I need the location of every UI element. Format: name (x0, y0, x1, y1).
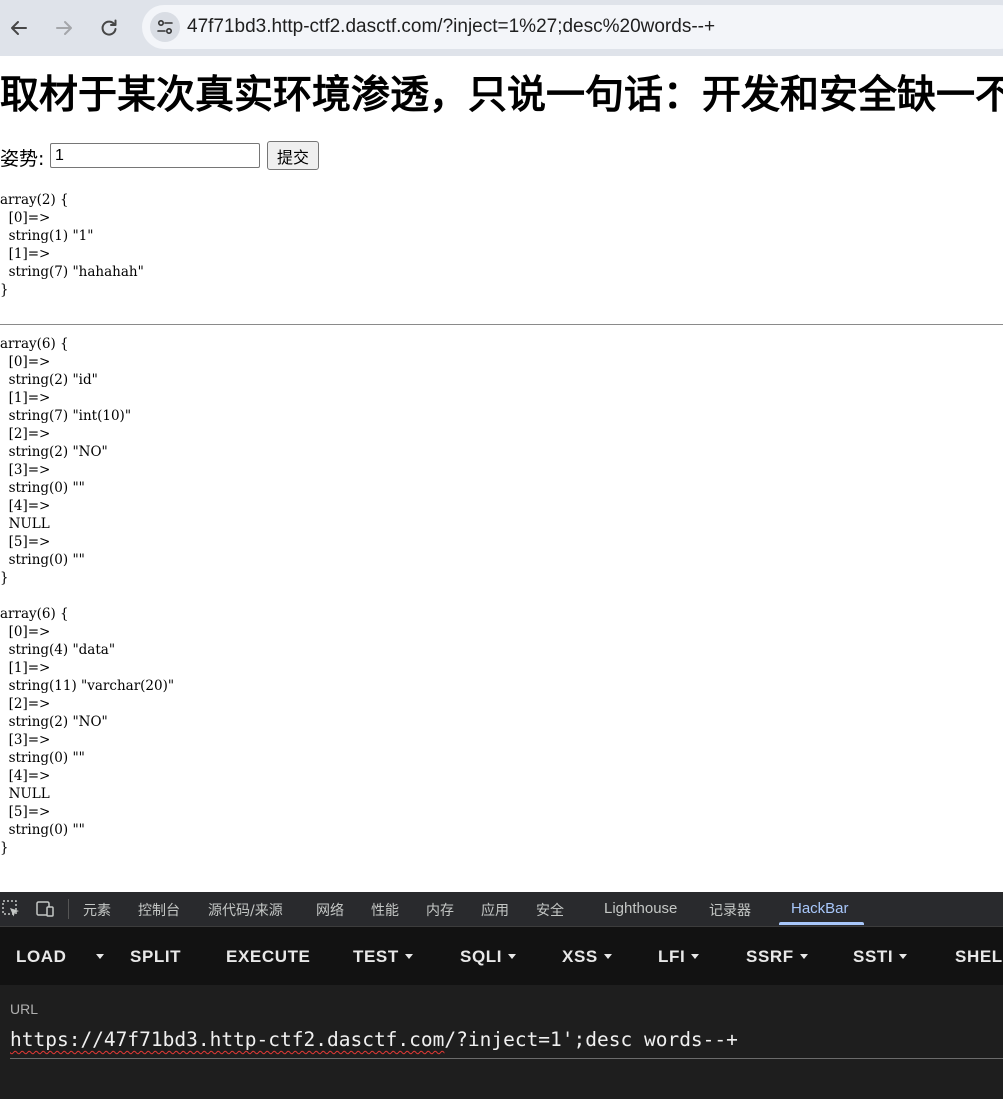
url-field[interactable]: https://47f71bd3.http-ctf2.dasctf.com/?i… (10, 1028, 738, 1051)
address-bar[interactable]: 47f71bd3.http-ctf2.dasctf.com/?inject=1%… (142, 5, 1003, 49)
tune-icon (157, 19, 173, 35)
var-dump-2: array(6) { [0]=> string(2) "id" [1]=> st… (0, 336, 132, 586)
devtools-tab-bar: 元素 控制台 源代码/来源 网络 性能 内存 应用 安全 Lighthouse … (0, 892, 1003, 927)
load-button[interactable]: LOAD (16, 947, 67, 967)
submit-button[interactable]: 提交 (267, 141, 319, 170)
ssti-menu[interactable]: SSTI (853, 947, 908, 967)
chevron-down-icon (691, 954, 700, 959)
tab-memory[interactable]: 内存 (426, 900, 454, 920)
forward-arrow-icon (56, 21, 72, 35)
site-info-button[interactable] (150, 12, 180, 42)
execute-button[interactable]: EXECUTE (226, 947, 311, 967)
inspect-element-icon[interactable] (1, 899, 21, 919)
lfi-menu-label: LFI (658, 947, 686, 966)
chevron-down-icon (899, 954, 908, 959)
sqli-menu[interactable]: SQLI (460, 947, 517, 967)
back-arrow-icon (11, 21, 27, 35)
tab-console[interactable]: 控制台 (138, 900, 180, 920)
ssrf-menu-label: SSRF (746, 947, 794, 966)
url-path-part: /?inject=1';desc words--+ (444, 1028, 738, 1051)
browser-toolbar: 47f71bd3.http-ctf2.dasctf.com/?inject=1%… (0, 0, 1003, 56)
tab-hackbar[interactable]: HackBar (791, 900, 849, 917)
chevron-down-icon (799, 954, 808, 959)
xss-menu-label: XSS (562, 947, 598, 966)
split-button[interactable]: SPLIT (130, 947, 181, 967)
hackbar-toolbar: LOAD SPLIT EXECUTE TEST SQLI XSS LFI SSR… (0, 927, 1003, 985)
tab-recorder[interactable]: 记录器 (709, 900, 751, 920)
reload-icon (101, 19, 117, 36)
sqli-menu-label: SQLI (460, 947, 503, 966)
chevron-down-icon (508, 954, 517, 959)
device-toolbar-icon[interactable] (35, 899, 55, 919)
chevron-down-icon (404, 954, 413, 959)
load-dropdown-button[interactable] (90, 947, 104, 967)
page-title: 取材于某次真实环境渗透，只说一句话：开发和安全缺一不可 (0, 73, 1003, 118)
xss-menu[interactable]: XSS (562, 947, 612, 967)
active-tab-indicator (779, 922, 864, 925)
tab-separator (68, 899, 69, 919)
inject-input[interactable]: 1 (50, 143, 260, 168)
tab-network[interactable]: 网络 (316, 900, 344, 920)
tab-application[interactable]: 应用 (481, 900, 509, 920)
reload-button[interactable] (95, 14, 123, 42)
chevron-down-icon (603, 954, 612, 959)
var-dump-1: array(2) { [0]=> string(1) "1" [1]=> str… (0, 192, 144, 298)
url-field-label: URL (10, 1001, 39, 1017)
tab-performance[interactable]: 性能 (371, 900, 399, 920)
ssti-menu-label: SSTI (853, 947, 894, 966)
back-button[interactable] (5, 14, 33, 42)
url-spellcheck-part: https://47f71bd3.http-ctf2.dasctf.com (10, 1028, 445, 1051)
tab-elements[interactable]: 元素 (83, 900, 111, 920)
page-content: 取材于某次真实环境渗透，只说一句话：开发和安全缺一不可 姿势: 1 提交 arr… (0, 56, 1003, 892)
forward-button[interactable] (50, 14, 78, 42)
chevron-down-icon (96, 954, 104, 959)
test-menu-label: TEST (353, 947, 399, 966)
hackbar-body: URL https://47f71bd3.http-ctf2.dasctf.co… (0, 985, 1003, 1099)
lfi-menu[interactable]: LFI (658, 947, 700, 967)
url-field-underline (10, 1058, 1003, 1059)
devtools-panel: 元素 控制台 源代码/来源 网络 性能 内存 应用 安全 Lighthouse … (0, 892, 1003, 1099)
form-label: 姿势: (0, 148, 45, 170)
address-url[interactable]: 47f71bd3.http-ctf2.dasctf.com/?inject=1%… (187, 16, 715, 38)
test-menu[interactable]: TEST (353, 947, 413, 967)
tab-sources[interactable]: 源代码/来源 (208, 900, 283, 920)
ssrf-menu[interactable]: SSRF (746, 947, 808, 967)
shell-menu[interactable]: SHEL (955, 947, 1003, 967)
var-dump-3: array(6) { [0]=> string(4) "data" [1]=> … (0, 606, 175, 856)
horizontal-rule (0, 324, 1003, 325)
tab-security[interactable]: 安全 (536, 900, 564, 920)
tab-lighthouse[interactable]: Lighthouse (604, 900, 677, 917)
